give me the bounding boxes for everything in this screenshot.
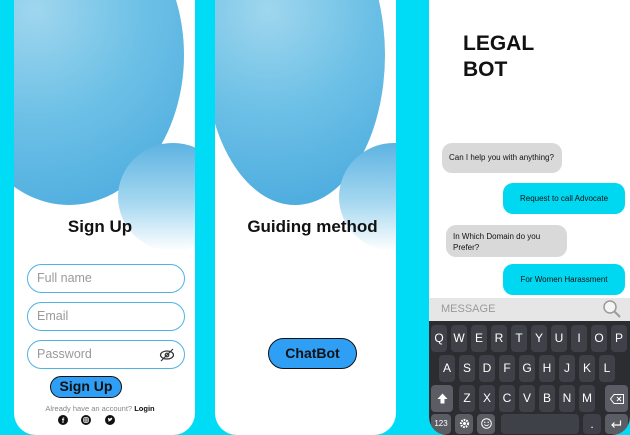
key-c[interactable]: C <box>499 385 515 412</box>
instagram-icon[interactable] <box>81 415 91 425</box>
key-s[interactable]: S <box>459 355 475 382</box>
message-placeholder: MESSAGE <box>441 303 496 315</box>
emoji-icon <box>480 418 492 429</box>
key-v[interactable]: V <box>519 385 535 412</box>
period-key[interactable]: . <box>583 414 601 434</box>
twitter-icon[interactable] <box>105 415 115 425</box>
key-t[interactable]: T <box>511 325 527 352</box>
key-x[interactable]: X <box>479 385 495 412</box>
email-field[interactable]: Email <box>27 302 185 331</box>
key-k[interactable]: K <box>579 355 595 382</box>
facebook-icon[interactable]: f <box>58 415 68 425</box>
key-g[interactable]: G <box>519 355 535 382</box>
key-u[interactable]: U <box>551 325 567 352</box>
key-q[interactable]: Q <box>431 325 447 352</box>
settings-key[interactable] <box>455 414 473 434</box>
guiding-screen: Guiding method ChatBot <box>215 0 396 435</box>
emoji-key[interactable] <box>477 414 495 434</box>
backspace-key[interactable] <box>605 385 628 412</box>
password-field[interactable]: Password <box>27 340 185 369</box>
page-title: Guiding method <box>247 217 378 236</box>
shift-icon <box>437 393 447 404</box>
key-f[interactable]: F <box>499 355 515 382</box>
key-i[interactable]: I <box>571 325 587 352</box>
key-d[interactable]: D <box>479 355 495 382</box>
page-title: Sign Up <box>67 217 133 236</box>
app-title: LEGAL BOT <box>463 31 534 83</box>
full-name-field[interactable]: Full name <box>27 264 185 293</box>
return-key[interactable] <box>605 414 628 434</box>
user-message: Request to call Advocate <box>503 183 625 214</box>
sign-up-button[interactable]: Sign Up <box>50 376 122 398</box>
app-title-line-2: BOT <box>463 58 508 81</box>
key-e[interactable]: E <box>471 325 487 352</box>
password-placeholder: Password <box>37 347 92 361</box>
key-o[interactable]: O <box>591 325 607 352</box>
login-link[interactable]: Login <box>134 404 154 413</box>
message-input[interactable]: MESSAGE <box>429 298 630 321</box>
return-icon <box>611 420 622 428</box>
key-m[interactable]: M <box>579 385 595 412</box>
key-j[interactable]: J <box>559 355 575 382</box>
key-z[interactable]: Z <box>459 385 475 412</box>
key-n[interactable]: N <box>559 385 575 412</box>
keyboard: Q W E R T Y U I O P A S D F G H J K L Z <box>429 321 630 435</box>
shift-key[interactable] <box>431 385 453 412</box>
search-icon[interactable] <box>602 299 622 319</box>
key-r[interactable]: R <box>491 325 507 352</box>
email-placeholder: Email <box>37 309 69 323</box>
key-a[interactable]: A <box>439 355 455 382</box>
signup-screen: Sign Up Full name Email Password Sign Up… <box>14 0 195 435</box>
chatbot-button[interactable]: ChatBot <box>268 338 357 369</box>
app-title-line-1: LEGAL <box>463 32 535 55</box>
space-key[interactable] <box>501 414 579 434</box>
bot-message: In Which Domain do you Prefer? <box>446 225 567 257</box>
bot-message: Can I help you with anything? <box>442 143 562 173</box>
full-name-placeholder: Full name <box>37 271 92 285</box>
chat-screen: LEGAL BOT Can I help you with anything? … <box>429 0 630 435</box>
backspace-icon <box>609 394 624 404</box>
key-y[interactable]: Y <box>531 325 547 352</box>
numbers-key[interactable]: 123 <box>431 414 451 434</box>
login-prompt: Already have an account? Login <box>14 404 186 413</box>
account-prompt-text: Already have an account? <box>45 404 133 413</box>
key-h[interactable]: H <box>539 355 555 382</box>
key-b[interactable]: B <box>539 385 555 412</box>
user-message: For Women Harassment <box>503 264 625 295</box>
key-l[interactable]: L <box>599 355 615 382</box>
eye-off-icon[interactable] <box>159 347 175 363</box>
key-p[interactable]: P <box>611 325 627 352</box>
gear-icon <box>459 418 469 429</box>
key-w[interactable]: W <box>451 325 467 352</box>
social-icons: f <box>58 415 118 427</box>
